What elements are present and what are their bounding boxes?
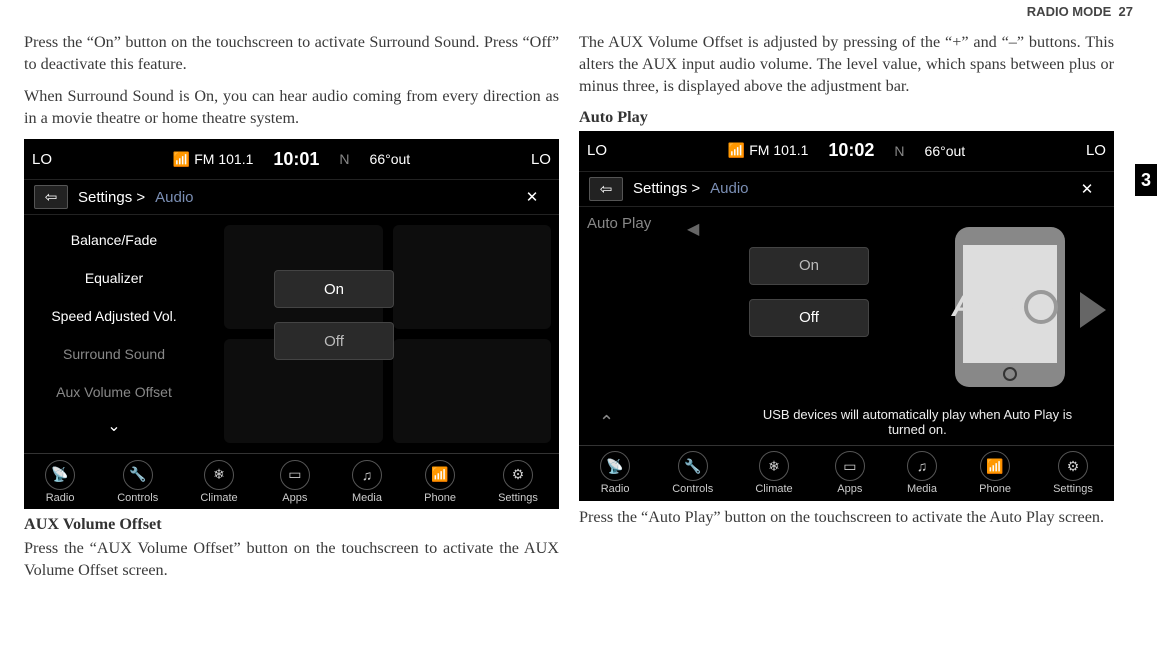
nav-settings[interactable]: ⚙Settings: [498, 460, 538, 504]
auto-play-label: Auto Play: [587, 215, 651, 232]
radio-icon: 📡: [45, 460, 75, 490]
nav-radio[interactable]: 📡Radio: [600, 451, 630, 495]
surround-sound-screenshot: LO 📶FM 101.1 10:01 N 66°out LO ⇦ Setting…: [24, 139, 559, 509]
controls-icon: 🔧: [678, 451, 708, 481]
auto-badge: AUT: [910, 282, 1100, 332]
sidebar-item-surround[interactable]: Surround Sound: [24, 335, 204, 373]
crumb-audio: Audio: [155, 189, 193, 206]
temp-lo-right[interactable]: LO: [496, 151, 551, 168]
on-button[interactable]: On: [274, 270, 394, 308]
nav-phone[interactable]: 📶Phone: [424, 460, 456, 504]
nav-phone[interactable]: 📶Phone: [979, 451, 1011, 495]
sidebar-item-aux[interactable]: Aux Volume Offset: [24, 373, 204, 411]
compass: N: [894, 143, 904, 159]
nav-controls[interactable]: 🔧Controls: [117, 460, 158, 504]
media-icon: ♫: [907, 451, 937, 481]
nav-radio[interactable]: 📡Radio: [45, 460, 75, 504]
body-para: The AUX Volume Offset is adjusted by pre…: [579, 32, 1114, 98]
sidebar-item-balance[interactable]: Balance/Fade: [24, 221, 204, 259]
back-button[interactable]: ⇦: [589, 177, 623, 201]
header-page: 27: [1119, 4, 1133, 19]
phone-icon: 📶: [425, 460, 455, 490]
apps-icon: ▭: [280, 460, 310, 490]
close-button[interactable]: ✕: [1070, 177, 1104, 201]
nav-media[interactable]: ♫Media: [907, 451, 937, 495]
station-label: 📶FM 101.1: [728, 142, 809, 159]
breadcrumb: ⇦ Settings > Audio ✕: [579, 171, 1114, 207]
nav-apps[interactable]: ▭Apps: [280, 460, 310, 504]
clock: 10:02: [828, 140, 874, 161]
sidebar-up-icon[interactable]: ⌃: [599, 412, 614, 433]
bottom-nav: 📡Radio 🔧Controls ❄Climate ▭Apps ♫Media 📶…: [579, 445, 1114, 501]
off-button[interactable]: Off: [749, 299, 869, 337]
bottom-nav: 📡Radio 🔧Controls ❄Climate ▭Apps ♫Media 📶…: [24, 453, 559, 509]
breadcrumb: ⇦ Settings > Audio ✕: [24, 179, 559, 215]
crumb-settings[interactable]: Settings >: [633, 180, 700, 197]
sidebar-item-equalizer[interactable]: Equalizer: [24, 259, 204, 297]
play-arrow-icon: [1080, 292, 1106, 328]
settings-icon: ⚙: [1058, 451, 1088, 481]
aux-heading: AUX Volume Offset: [24, 515, 559, 534]
settings-icon: ⚙: [503, 460, 533, 490]
apps-icon: ▭: [835, 451, 865, 481]
status-bar: LO 📶FM 101.1 10:01 N 66°out LO: [24, 139, 559, 179]
controls-icon: 🔧: [123, 460, 153, 490]
crumb-settings[interactable]: Settings >: [78, 189, 145, 206]
auto-play-screenshot: LO 📶FM 101.1 10:02 N 66°out LO ⇦ Setting…: [579, 131, 1114, 501]
temp-lo-left[interactable]: LO: [587, 142, 642, 159]
sidebar-item-speed[interactable]: Speed Adjusted Vol.: [24, 297, 204, 335]
climate-icon: ❄: [204, 460, 234, 490]
page-header: RADIO MODE 27: [1027, 4, 1133, 19]
outside-temp: 66°out: [925, 143, 966, 159]
clock: 10:01: [273, 149, 319, 170]
body-para: Press the “On” button on the touchscreen…: [24, 32, 559, 76]
compass: N: [339, 151, 349, 167]
phone-graphic: AUT: [910, 227, 1100, 392]
header-section: RADIO MODE: [1027, 4, 1112, 19]
body-para: When Surround Sound is On, you can hear …: [24, 86, 559, 130]
phone-icon: 📶: [980, 451, 1010, 481]
outside-temp: 66°out: [370, 151, 411, 167]
body-para: Press the “Auto Play” button on the touc…: [579, 507, 1114, 529]
media-icon: ♫: [352, 460, 382, 490]
on-button[interactable]: On: [749, 247, 869, 285]
close-button[interactable]: ✕: [515, 185, 549, 209]
body-para: Press the “AUX Volume Offset” button on …: [24, 538, 559, 582]
chapter-tab: 3: [1135, 164, 1157, 196]
collapse-icon[interactable]: ◀: [687, 219, 699, 239]
temp-lo-right[interactable]: LO: [1051, 142, 1106, 159]
station-label: 📶FM 101.1: [173, 151, 254, 168]
radio-icon: 📡: [600, 451, 630, 481]
autoplay-heading: Auto Play: [579, 108, 1114, 127]
nav-settings[interactable]: ⚙Settings: [1053, 451, 1093, 495]
nav-controls[interactable]: 🔧Controls: [672, 451, 713, 495]
autoplay-hint: USB devices will automatically play when…: [759, 407, 1076, 437]
temp-lo-left[interactable]: LO: [32, 151, 87, 168]
nav-climate[interactable]: ❄Climate: [200, 460, 237, 504]
climate-icon: ❄: [759, 451, 789, 481]
status-bar: LO 📶FM 101.1 10:02 N 66°out LO: [579, 131, 1114, 171]
nav-media[interactable]: ♫Media: [352, 460, 382, 504]
audio-sidebar: Balance/Fade Equalizer Speed Adjusted Vo…: [24, 221, 204, 441]
nav-apps[interactable]: ▭Apps: [835, 451, 865, 495]
off-button[interactable]: Off: [274, 322, 394, 360]
sidebar-down-icon[interactable]: ⌄: [24, 411, 204, 441]
crumb-audio: Audio: [710, 180, 748, 197]
nav-climate[interactable]: ❄Climate: [755, 451, 792, 495]
back-button[interactable]: ⇦: [34, 185, 68, 209]
